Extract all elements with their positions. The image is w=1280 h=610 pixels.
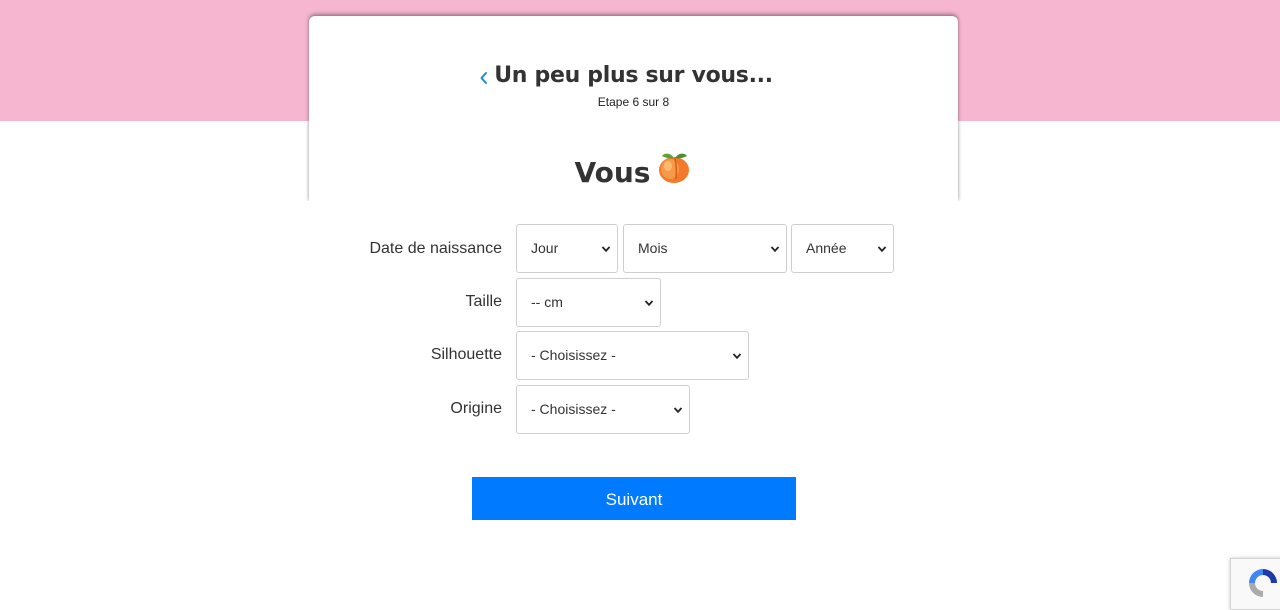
step-indicator: Etape 6 sur 8 [597, 95, 670, 109]
birth-year-value: Année [806, 240, 847, 256]
origin-select[interactable]: - Choisissez - [516, 385, 690, 434]
card-bottom [300, 201, 980, 221]
height-select[interactable]: -- cm [516, 278, 661, 327]
chevron-down-icon [673, 407, 683, 414]
chevron-down-icon [732, 353, 742, 360]
birth-month-select[interactable]: Mois [623, 224, 787, 273]
section-title: Vous [309, 148, 958, 201]
height-label: Taille [465, 293, 502, 310]
page-title: Un peu plus sur vous... [494, 63, 773, 88]
recaptcha-icon [1249, 569, 1277, 597]
section-title-text: Vous [574, 156, 651, 189]
birth-month-value: Mois [638, 240, 668, 256]
silhouette-label: Silhouette [430, 346, 502, 363]
silhouette-select[interactable]: - Choisissez - [516, 331, 749, 380]
origin-label: Origine [450, 400, 502, 417]
birth-day-value: Jour [531, 240, 559, 256]
origin-value: - Choisissez - [531, 401, 616, 417]
chevron-down-icon [770, 246, 780, 253]
birth-year-select[interactable]: Année [791, 224, 894, 273]
peach-emoji-icon [656, 149, 692, 201]
next-button[interactable]: Suivant [472, 477, 796, 520]
birthdate-label: Date de naissance [369, 240, 502, 257]
height-value: -- cm [531, 294, 563, 310]
chevron-down-icon [877, 246, 887, 253]
chevron-down-icon [644, 300, 654, 307]
silhouette-value: - Choisissez - [531, 347, 616, 363]
birth-day-select[interactable]: Jour [516, 224, 618, 273]
chevron-down-icon [601, 246, 611, 253]
recaptcha-badge[interactable] [1230, 558, 1280, 610]
